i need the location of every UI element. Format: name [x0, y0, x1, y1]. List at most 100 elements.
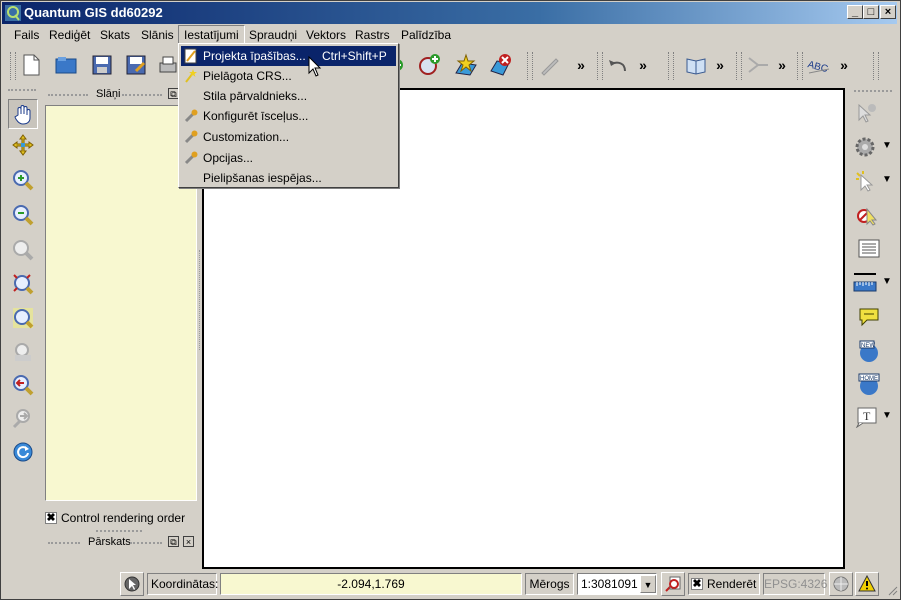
toolbar-grip[interactable] — [797, 52, 803, 80]
menu-item-options[interactable]: Opcijas... — [181, 148, 396, 168]
dock-grip[interactable] — [48, 94, 88, 100]
undo-button[interactable] — [604, 52, 630, 78]
new-bookmark-button[interactable]: NEW — [856, 338, 882, 364]
identify-button[interactable] — [854, 100, 880, 126]
pan-button[interactable] — [8, 99, 38, 129]
remove-layer-icon — [490, 54, 511, 76]
save-icon — [92, 55, 112, 75]
run-feature-action-button[interactable] — [852, 134, 878, 160]
remove-layer-button[interactable] — [488, 52, 514, 78]
zoom-next-button[interactable] — [10, 405, 36, 431]
select-features-button[interactable] — [852, 168, 878, 194]
menu-item-label: Konfigurēt īsceļus... — [203, 109, 309, 123]
map-tips-button[interactable] — [856, 304, 882, 330]
menu-view[interactable]: Skats — [95, 26, 135, 44]
messages-button[interactable] — [855, 572, 879, 596]
title-bar[interactable]: Quantum GIS dd60292 _ □ × — [2, 2, 897, 24]
toolbar-overflow-chevron[interactable]: » — [630, 52, 656, 78]
refresh-button[interactable] — [10, 439, 36, 465]
crs-status-button[interactable]: EPSG:4326 — [763, 573, 827, 595]
toolbar-grip[interactable] — [10, 52, 16, 80]
menu-item-project-properties[interactable]: Projekta īpašības... Ctrl+Shift+P — [181, 46, 396, 66]
scale-value: 1:3081091 — [581, 577, 638, 591]
open-project-button[interactable] — [53, 52, 79, 78]
minimize-button[interactable]: _ — [847, 5, 863, 19]
new-shapefile-button[interactable] — [453, 52, 479, 78]
projection-button[interactable] — [829, 572, 853, 596]
menu-item-customization[interactable]: Customization... — [181, 127, 396, 147]
maximize-button[interactable]: □ — [863, 5, 879, 19]
close-button[interactable]: × — [880, 5, 896, 19]
menu-settings[interactable]: Iestatījumi — [178, 25, 245, 45]
chevron-down-icon[interactable]: ▼ — [882, 410, 892, 421]
identify-features-button[interactable] — [683, 52, 709, 78]
toolbar-grip[interactable] — [736, 52, 742, 80]
toolbar-grip[interactable] — [8, 89, 36, 95]
menu-layer[interactable]: Slānis — [136, 26, 179, 44]
zoom-full-button[interactable] — [10, 271, 36, 297]
label-button[interactable]: ABC — [806, 52, 832, 78]
digitize-button[interactable] — [745, 52, 771, 78]
chevron-down-icon[interactable]: ▼ — [882, 174, 892, 185]
zoom-native-button[interactable] — [10, 339, 36, 365]
zoom-out-button[interactable] — [10, 202, 36, 228]
chevron-down-icon[interactable]: ▼ — [882, 140, 892, 151]
open-attribute-table-button[interactable] — [856, 236, 882, 262]
menu-edit[interactable]: Rediģēt — [44, 26, 95, 44]
undo-icon — [609, 60, 626, 72]
menu-vector[interactable]: Vektors — [301, 26, 351, 44]
toolbar-overflow-chevron[interactable]: » — [831, 52, 857, 78]
menu-help[interactable]: Palīdzība — [396, 26, 456, 44]
save-project-button[interactable] — [89, 52, 115, 78]
toggle-extents-button[interactable] — [120, 572, 144, 596]
toolbar-grip[interactable] — [873, 52, 879, 80]
zoom-to-selection-button[interactable] — [10, 237, 36, 263]
show-bookmarks-button[interactable]: HOME — [856, 371, 882, 397]
toolbar-overflow-chevron[interactable]: » — [707, 52, 733, 78]
float-panel-button[interactable]: ⧉ — [168, 536, 179, 547]
control-rendering-checkbox[interactable]: ✖ — [45, 512, 57, 524]
pan-to-selection-button[interactable] — [10, 132, 36, 158]
splitter-handle[interactable] — [199, 250, 203, 350]
render-toggle[interactable]: ✖ Renderēt — [688, 573, 760, 595]
toolbar-overflow-chevron[interactable]: » — [769, 52, 795, 78]
menu-raster[interactable]: Rastrs — [350, 26, 395, 44]
menu-item-custom-crs[interactable]: Pielāgota CRS... — [181, 66, 396, 86]
menu-item-snapping-options[interactable]: Pielipšanas iespējas... — [181, 168, 396, 188]
toolbar-grip[interactable] — [527, 52, 533, 80]
svg-text:NEW: NEW — [861, 343, 875, 349]
menu-file[interactable]: Fails — [9, 26, 44, 44]
zoom-last-button[interactable] — [10, 372, 36, 398]
scale-label: Mērogs — [525, 573, 574, 595]
toolbar-grip[interactable] — [668, 52, 674, 80]
toggle-editing-button[interactable] — [537, 52, 563, 78]
scale-combobox[interactable]: 1:3081091 ▼ — [577, 573, 657, 595]
deselect-button[interactable] — [854, 202, 880, 228]
toolbar-overflow-chevron[interactable]: » — [568, 52, 594, 78]
toolbar-grip[interactable] — [854, 90, 892, 96]
menu-item-configure-shortcuts[interactable]: Konfigurēt īsceļus... — [181, 106, 396, 126]
layers-tree[interactable] — [45, 105, 197, 501]
zoom-to-layer-button[interactable] — [10, 305, 36, 331]
close-panel-button[interactable]: × — [183, 536, 194, 547]
dock-grip[interactable] — [130, 542, 162, 548]
measure-button[interactable] — [852, 270, 878, 296]
save-as-button[interactable] — [123, 52, 149, 78]
zoom-layer-icon — [13, 308, 34, 329]
add-wms-layer-button[interactable] — [417, 52, 443, 78]
dock-grip[interactable] — [48, 542, 80, 548]
new-project-button[interactable] — [18, 52, 44, 78]
stop-rendering-button[interactable] — [661, 572, 685, 596]
chevron-down-icon[interactable]: ▼ — [640, 575, 656, 593]
zoom-in-button[interactable] — [10, 167, 36, 193]
menu-plugins[interactable]: Spraudņi — [244, 26, 302, 44]
render-checkbox[interactable]: ✖ — [691, 578, 703, 590]
chevron-down-icon[interactable]: ▼ — [882, 276, 892, 287]
text-annotation-button[interactable]: T — [854, 404, 880, 430]
resize-grip[interactable] — [886, 584, 898, 596]
control-rendering-row[interactable]: ✖ Control rendering order — [44, 510, 198, 528]
coordinates-field[interactable]: -2.094,1.769 — [220, 573, 522, 595]
menu-item-style-manager[interactable]: Stila pārvaldnieks... — [181, 86, 396, 106]
dock-grip[interactable] — [122, 94, 162, 100]
toolbar-grip[interactable] — [597, 52, 603, 80]
